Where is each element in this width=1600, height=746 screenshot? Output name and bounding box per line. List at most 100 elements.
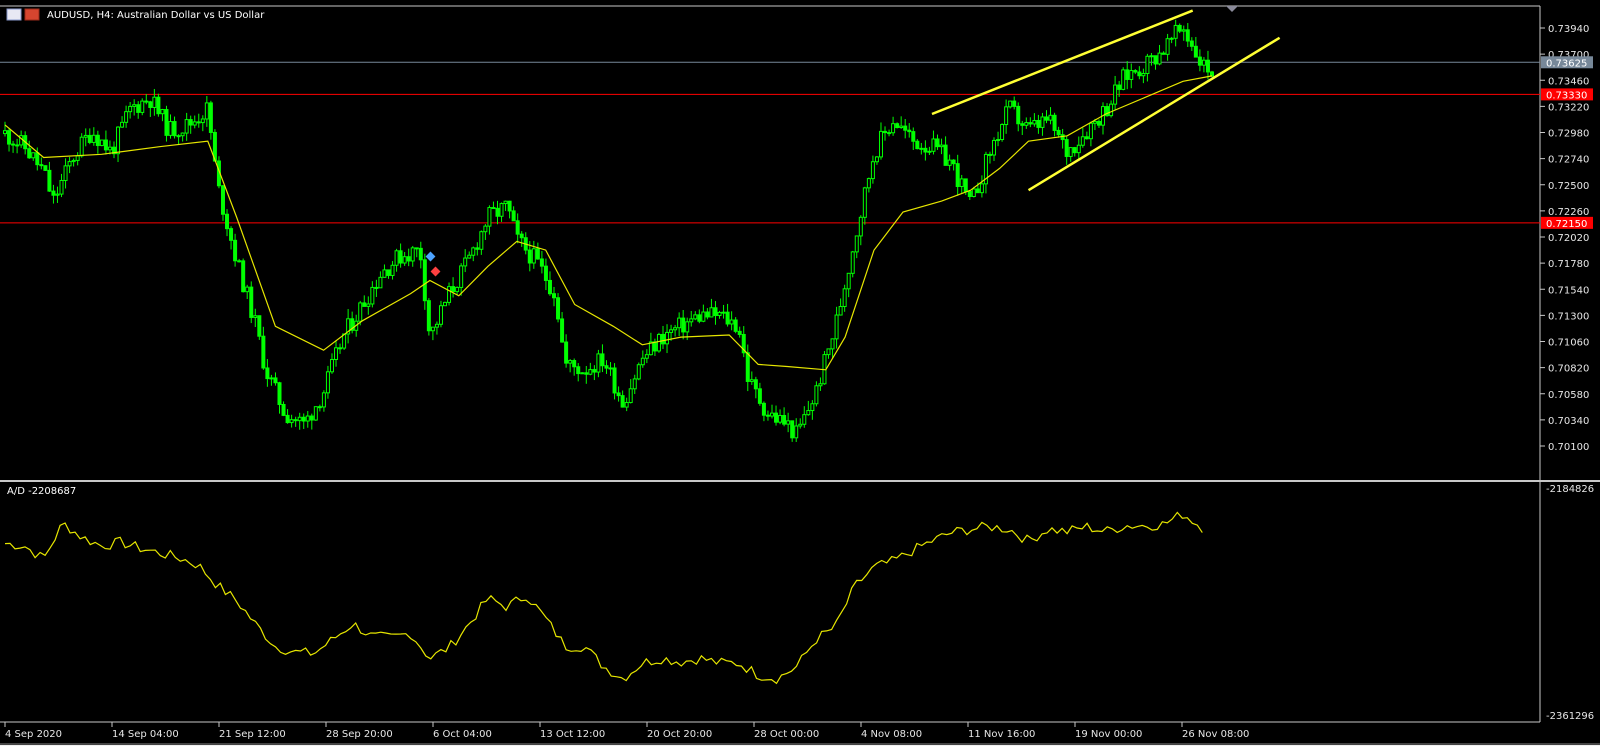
candle-body (733, 319, 738, 332)
candle-body (168, 121, 173, 136)
candle-body (422, 259, 427, 302)
candle-body (338, 347, 343, 350)
candle-body (495, 207, 500, 217)
candle-body (374, 286, 379, 289)
candle-body (624, 402, 629, 408)
candle-body (725, 311, 730, 325)
candle-body (140, 100, 145, 113)
time-tick-label: 26 Nov 08:00 (1182, 729, 1249, 740)
candle-body (1185, 29, 1190, 42)
candle-body (1165, 38, 1170, 55)
candle-body (870, 161, 875, 180)
candle-body (471, 247, 476, 256)
candle-body (414, 247, 419, 250)
candle-body (568, 360, 573, 364)
candle-body (229, 228, 234, 241)
candle-body (572, 360, 577, 368)
candle-body (459, 265, 464, 288)
price-tick-label: 0.70340 (1548, 416, 1589, 427)
candle-body (1121, 69, 1126, 90)
candle-body (709, 307, 714, 318)
candle-body (895, 123, 900, 128)
price-tick-label: 0.72980 (1548, 129, 1589, 140)
candle-body (438, 305, 443, 325)
candle-body (1072, 147, 1077, 154)
price-tick-label: 0.71300 (1548, 311, 1589, 322)
time-tick-label: 14 Sep 04:00 (112, 729, 179, 740)
candle-body (592, 369, 597, 373)
candle-body (455, 286, 460, 293)
candle-body (834, 314, 839, 340)
candle-body (996, 139, 1001, 142)
candle-body (535, 248, 540, 260)
price-tick-label: 0.70580 (1548, 390, 1589, 401)
candle-body (1040, 116, 1045, 128)
candle-body (826, 348, 831, 356)
candle-body (564, 341, 569, 364)
ad-line-path (4, 511, 1203, 685)
candle-body (297, 416, 302, 422)
time-tick-label: 21 Sep 12:00 (219, 729, 286, 740)
candle-body (1109, 103, 1114, 117)
candle-body (765, 414, 770, 417)
time-tick-label: 19 Nov 00:00 (1075, 729, 1142, 740)
candle-body (531, 248, 536, 264)
candle-body (1117, 84, 1122, 90)
candle-body (931, 138, 936, 152)
candle-body (390, 264, 395, 276)
candle-body (184, 119, 189, 134)
time-tick-label: 28 Oct 00:00 (754, 729, 819, 740)
candle-body (467, 254, 472, 259)
price-tick-label: 0.73460 (1548, 76, 1589, 87)
candle-body (644, 354, 649, 359)
candle-body (858, 216, 863, 237)
chart-title: AUDUSD, H4: Australian Dollar vs US Doll… (47, 10, 265, 21)
price-tick-label: 0.72260 (1548, 207, 1589, 218)
candle-body (769, 412, 774, 417)
candle-body (1008, 100, 1013, 108)
candle-body (55, 193, 60, 196)
candle-body (1000, 124, 1005, 141)
candle-body (249, 286, 254, 318)
candle-body (927, 150, 932, 153)
time-tick-label: 4 Sep 2020 (5, 729, 62, 740)
candle-body (148, 101, 153, 108)
time-tick-label: 20 Oct 20:00 (647, 729, 712, 740)
candle-body (713, 307, 718, 317)
candle-body (402, 256, 407, 264)
candle-body (911, 131, 916, 142)
candle-body (862, 187, 867, 218)
candle-body (63, 165, 68, 181)
candle-body (1133, 70, 1138, 73)
candle-body (515, 220, 520, 235)
candle-body (850, 251, 855, 274)
candle-body (1173, 24, 1178, 39)
candle-body (794, 425, 799, 439)
candle-body (164, 109, 169, 136)
indicator-min-label: -2361296 (1546, 711, 1594, 722)
candle-body (697, 314, 702, 322)
candle-body (503, 200, 508, 205)
candle-body (1024, 122, 1029, 126)
chart-window[interactable]: 0.739400.737000.734600.732200.729800.727… (0, 0, 1600, 746)
candle-body (620, 395, 625, 408)
candle-body (1012, 100, 1017, 107)
candle-body (434, 323, 439, 328)
candle-body (527, 249, 532, 264)
candle-body (418, 247, 423, 261)
candle-body (669, 329, 674, 333)
candle-body (693, 314, 698, 320)
candle-body (677, 317, 682, 329)
candle-body (519, 233, 524, 239)
candle-body (1145, 55, 1150, 74)
candle-body (874, 156, 879, 163)
candle-body (774, 412, 779, 423)
candle-body (1036, 119, 1041, 128)
candle-body (208, 102, 213, 133)
candle-body (584, 372, 589, 375)
candle-body (1052, 114, 1057, 131)
candle-body (253, 315, 258, 318)
candle-body (1032, 119, 1037, 125)
candle-body (1084, 136, 1089, 140)
candle-body (786, 420, 791, 425)
